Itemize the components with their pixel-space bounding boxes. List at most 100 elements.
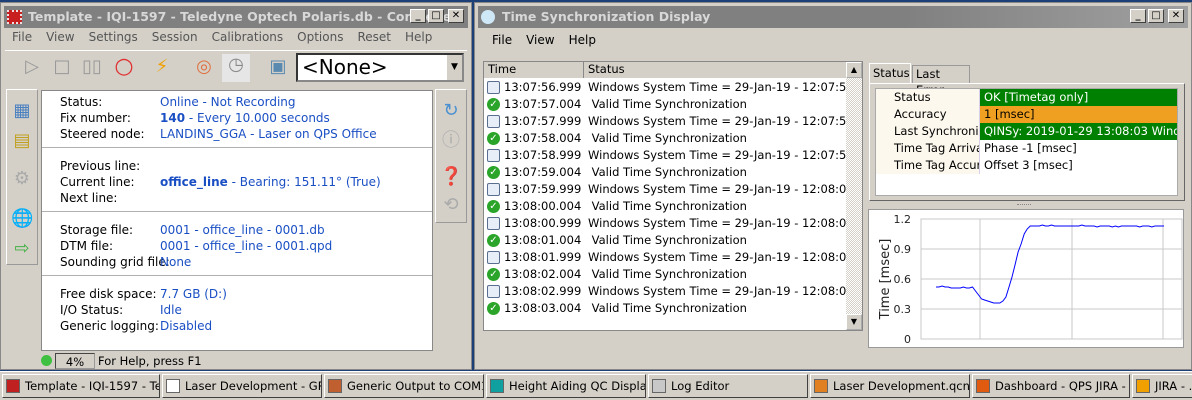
chart-icon[interactable]: ▤ (11, 130, 33, 152)
info-icon[interactable]: ⓘ (440, 130, 462, 152)
menu-help[interactable]: Help (562, 33, 603, 47)
node-select-value: <None> (302, 55, 388, 79)
fix-number-label: Fix number: (60, 111, 131, 125)
row-time: 13:07:59.999 (504, 182, 582, 196)
app-icon (1136, 379, 1150, 393)
property-key: Last Synchroniz... (876, 123, 980, 140)
menu-bar: File View Help (485, 33, 603, 47)
row-time: 13:07:57.999 (504, 114, 582, 128)
taskbar-button[interactable]: JIRA - ... (1132, 374, 1192, 398)
app-icon (6, 379, 20, 393)
io-status-value: Idle (160, 303, 182, 317)
menu-calibrations[interactable]: Calibrations (205, 30, 291, 44)
taskbar-button[interactable]: Height Aiding QC Display... (486, 374, 646, 398)
lightning-icon[interactable]: ⚡ (151, 56, 173, 78)
play-icon[interactable]: ▷ (21, 56, 43, 78)
sync-icon[interactable]: ⟲ (440, 194, 462, 216)
taskbar-button[interactable]: Template - IQI-1597 - Te... (2, 374, 160, 398)
scroll-down-button[interactable]: ▼ (846, 314, 862, 330)
maximize-button[interactable]: □ (428, 9, 444, 23)
tab-status[interactable]: Status (869, 63, 911, 83)
io-status-label: I/O Status: (60, 303, 124, 317)
menu-help[interactable]: Help (398, 30, 439, 44)
menu-settings[interactable]: Settings (82, 30, 145, 44)
property-row[interactable]: Status OK [Timetag only] (876, 89, 1177, 106)
menu-options[interactable]: Options (290, 30, 350, 44)
gear-icon[interactable]: ⚙ (11, 168, 33, 190)
column-header-status[interactable]: Status (584, 62, 625, 77)
pause-icon[interactable]: ▯▯ (81, 56, 103, 78)
generic-logging-label: Generic logging: (60, 319, 159, 333)
app-icon (652, 379, 666, 393)
taskbar-button[interactable]: Laser Development.qcn -... (810, 374, 970, 398)
timesync-title-bar[interactable]: Time Synchronization Display _ □ ✕ (478, 6, 1188, 28)
clock-app-icon (481, 10, 495, 24)
help-icon[interactable]: ❓ (440, 166, 462, 188)
chevron-down-icon[interactable]: ▼ (447, 55, 462, 80)
record-icon[interactable]: ○ (113, 56, 135, 78)
close-button[interactable]: ✕ (448, 9, 464, 23)
status-bar: 4% For Help, press F1 (37, 352, 469, 370)
property-key: Status (876, 89, 980, 106)
scroll-up-button[interactable]: ▲ (846, 62, 862, 78)
window-title: Time Synchronization Display (502, 9, 711, 24)
app-icon (814, 379, 828, 393)
lifebuoy-icon[interactable]: ◎ (193, 56, 215, 78)
property-row[interactable]: Accuracy 1 [msec] (876, 106, 1177, 123)
toolbar: ▷ □ ▯▯ ○ ⚡ ◎ ◷ ▣ <None> ▼ (5, 50, 467, 83)
sounding-grid-value: None (160, 255, 192, 269)
check-icon: ✓ (487, 98, 500, 111)
free-disk-value: 7.7 GB (D:) (160, 287, 227, 301)
tab-last-error[interactable]: Last Error (912, 65, 970, 97)
minimize-button[interactable]: _ (1130, 9, 1146, 23)
globe-icon[interactable]: 🌐 (11, 208, 33, 230)
row-time: 13:08:02.999 (504, 284, 582, 298)
time-chart: 1.2 0.9 0.6 0.3 0 Time [msec] (878, 213, 1183, 346)
row-status: Windows System Time = 29-Jan-19 - 12:08:… (588, 216, 863, 230)
property-row[interactable]: Time Tag Arrival Phase -1 [msec] (876, 140, 1177, 157)
row-status: Valid Time Synchronization (588, 97, 747, 111)
monitor-icon[interactable]: ▣ (267, 56, 289, 78)
taskbar-button[interactable]: Generic Output to COM1... (324, 374, 484, 398)
clock-icon[interactable]: ◷ (222, 54, 250, 82)
row-time: 13:07:57.004 (504, 97, 582, 111)
menu-view[interactable]: View (39, 30, 81, 44)
export-icon[interactable]: ⇨ (11, 238, 33, 260)
io-refresh-icon[interactable]: ↻ (440, 100, 462, 122)
taskbar-button[interactable]: Laser Development - GP... (162, 374, 322, 398)
y-axis-label: Time [msec] (878, 239, 893, 321)
minimize-button[interactable]: _ (410, 9, 426, 23)
document-icon (487, 251, 500, 264)
vertical-scrollbar[interactable]: ▲ ▼ (846, 62, 862, 330)
properties-panel: Status OK [Timetag only] Accuracy 1 [msec] L… (869, 83, 1185, 201)
taskbar-label: Log Editor (671, 379, 730, 393)
current-line-label: Current line: (60, 175, 135, 189)
steered-node-label: Steered node: (60, 127, 145, 141)
current-line-value: office_line (160, 175, 228, 189)
info-panel: Status: Online - Not Recording Fix numbe… (41, 90, 433, 351)
y-tick-label: 0 (904, 333, 911, 346)
fix-number-value: 140 (160, 111, 186, 125)
y-tick-label: 0.3 (894, 303, 912, 316)
taskbar-button[interactable]: Dashboard - QPS JIRA - ... (972, 374, 1130, 398)
menu-file[interactable]: File (5, 30, 39, 44)
app-icon (976, 379, 990, 393)
menu-reset[interactable]: Reset (350, 30, 398, 44)
close-button[interactable]: ✕ (1168, 9, 1184, 23)
maximize-button[interactable]: □ (1148, 9, 1164, 23)
status-value: Online - Not Recording (160, 95, 296, 109)
menu-file[interactable]: File (485, 33, 519, 47)
node-select[interactable]: <None> ▼ (296, 53, 464, 82)
property-row[interactable]: Time Tag Accur...Offset 3 [msec] (876, 157, 1177, 174)
sounding-grid-label: Sounding grid file: (60, 255, 170, 269)
menu-view[interactable]: View (519, 33, 561, 47)
controller-title-bar[interactable]: Template - IQI-1597 - Teledyne Optech Po… (4, 6, 468, 28)
splitter-handle[interactable] (1017, 204, 1031, 207)
calculator-icon[interactable]: ▦ (11, 100, 33, 122)
taskbar-button[interactable]: Log Editor (648, 374, 808, 398)
property-row[interactable]: Last Synchroniz...QINSy: 2019-01-29 13:0… (876, 123, 1177, 140)
document-icon (487, 115, 500, 128)
column-header-time[interactable]: Time (484, 62, 584, 78)
menu-session[interactable]: Session (145, 30, 205, 44)
stop-icon[interactable]: □ (51, 56, 73, 78)
